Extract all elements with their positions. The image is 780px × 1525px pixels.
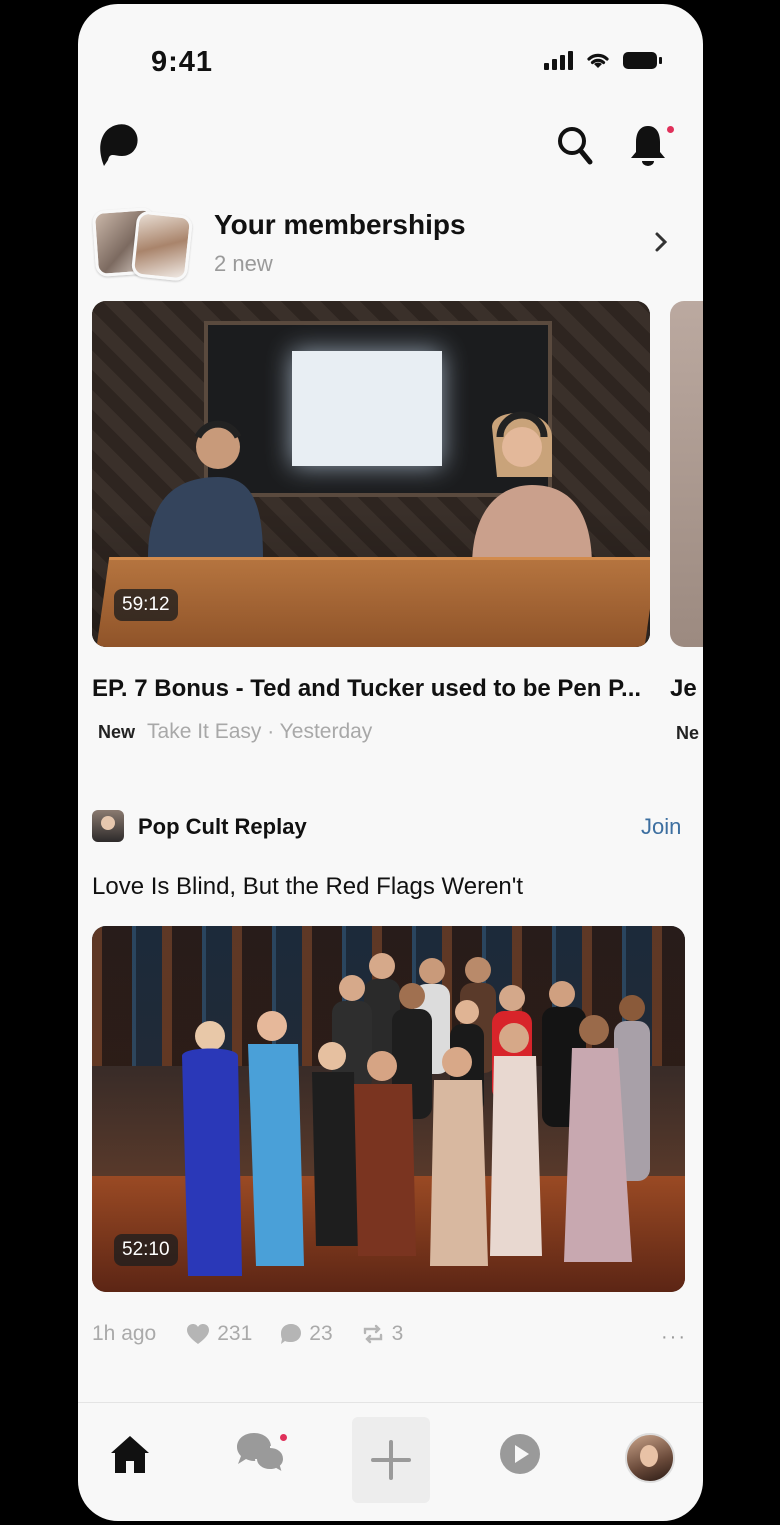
comment-button[interactable]: 23 <box>280 1322 333 1346</box>
new-badge: New <box>98 722 136 742</box>
join-button[interactable]: Join <box>641 814 681 840</box>
play-icon[interactable] <box>496 1429 544 1479</box>
chevron-right-icon[interactable] <box>653 230 669 254</box>
video-duration: 52:10 <box>114 1234 178 1266</box>
chat-badge <box>280 1434 287 1441</box>
creator-avatar[interactable] <box>92 810 124 842</box>
cast-group-figure <box>182 953 650 1276</box>
battery-icon <box>623 51 662 69</box>
post-video-thumbnail[interactable]: 52:10 <box>92 926 685 1292</box>
podcast-host-figure <box>148 420 263 557</box>
repost-count: 3 <box>391 1322 404 1345</box>
wifi-icon <box>587 53 609 68</box>
signal-icon <box>544 50 573 70</box>
post-actions: 1h ago 231 23 3 <box>92 1322 431 1346</box>
phone-screen: 9:41 Your memberships 2 new 59:12 EP. 7 … <box>78 4 703 1521</box>
video-duration: 59:12 <box>114 589 178 621</box>
search-icon[interactable] <box>556 124 594 166</box>
next-card-thumbnail[interactable] <box>670 301 703 647</box>
featured-creator-time: Take It Easy · Yesterday <box>147 720 373 743</box>
memberships-subtitle: 2 new <box>214 251 273 276</box>
repost-icon <box>363 1324 382 1344</box>
next-card-badge: Ne <box>676 723 700 743</box>
repost-button[interactable]: 3 <box>361 1322 404 1346</box>
heart-icon <box>187 1324 210 1344</box>
status-time: 9:41 <box>151 46 214 78</box>
comment-icon <box>281 1324 302 1344</box>
memberships-title[interactable]: Your memberships <box>214 209 466 241</box>
membership-avatars[interactable] <box>91 206 194 282</box>
post-time: 1h ago <box>92 1322 157 1345</box>
create-button[interactable] <box>352 1417 430 1503</box>
tab-bar-divider <box>78 1402 703 1403</box>
plus-icon <box>371 1440 411 1480</box>
comment-count: 23 <box>309 1322 333 1345</box>
creator-name[interactable]: Pop Cult Replay <box>138 814 307 840</box>
like-button[interactable]: 231 <box>186 1322 252 1346</box>
post-title[interactable]: Love Is Blind, But the Red Flags Weren't <box>92 873 523 901</box>
featured-meta: New Take It Easy · Yesterday <box>98 720 372 744</box>
next-card-title[interactable]: Je <box>670 675 697 703</box>
status-icons <box>544 50 662 70</box>
like-count: 231 <box>217 1322 253 1345</box>
podcast-guest-figure <box>472 411 592 567</box>
home-icon[interactable] <box>108 1429 152 1479</box>
bell-icon[interactable] <box>628 122 668 168</box>
featured-video-thumbnail[interactable]: 59:12 <box>92 301 650 647</box>
more-options-button[interactable]: ··· <box>661 1326 687 1349</box>
patreon-logo-icon[interactable] <box>98 122 140 168</box>
membership-avatar <box>130 210 194 282</box>
notification-badge <box>667 126 674 133</box>
featured-title[interactable]: EP. 7 Bonus - Ted and Tucker used to be … <box>92 675 652 703</box>
profile-avatar[interactable] <box>625 1433 675 1483</box>
